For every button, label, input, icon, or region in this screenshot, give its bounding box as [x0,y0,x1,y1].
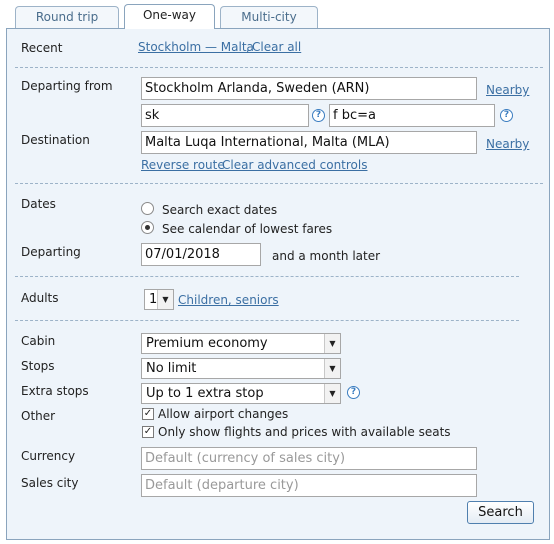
divider [15,276,519,277]
available-seats-label: Only show flights and prices with availa… [158,425,451,439]
exact-dates-radio[interactable] [141,202,154,215]
recent-route-link[interactable]: Stockholm — Malta [138,40,254,54]
calendar-lowest-fares-radio[interactable] [141,221,154,234]
clear-advanced-controls-link[interactable]: Clear advanced controls [222,158,368,172]
currency-label: Currency [21,449,76,463]
currency-input[interactable]: Default (currency of sales city) [141,447,477,470]
allow-airport-changes-checkbox[interactable]: ✓ [142,408,154,420]
calendar-lowest-fares-label: See calendar of lowest fares [162,222,333,236]
destination-nearby-link[interactable]: Nearby [486,137,529,151]
destination-label: Destination [21,133,90,147]
available-seats-checkbox[interactable]: ✓ [142,426,154,438]
tab-multi-city[interactable]: Multi-city [220,6,318,28]
allow-airport-changes-label: Allow airport changes [158,407,289,421]
departing-from-label: Departing from [21,79,113,93]
routing-help-icon[interactable]: ? [312,109,325,122]
children-seniors-link[interactable]: Children, seniors [178,293,279,307]
departing-date-input[interactable]: 07/01/2018 [141,243,261,266]
reverse-route-link[interactable]: Reverse route [141,158,225,172]
chevron-down-icon: ▼ [324,359,340,378]
extra-stops-select[interactable]: Up to 1 extra stop ▼ [141,383,341,404]
recent-separator: , [246,40,250,54]
departing-date-label: Departing [21,245,81,259]
other-label: Other [21,409,56,423]
search-type-tabs: Round trip One-way Multi-city [0,0,554,29]
extra-stops-help-icon[interactable]: ? [347,386,360,399]
tab-one-way[interactable]: One-way [124,4,215,29]
recent-label: Recent [21,41,63,55]
departing-nearby-link[interactable]: Nearby [486,83,529,97]
cabin-value: Premium economy [146,336,268,351]
cabin-select[interactable]: Premium economy ▼ [141,333,341,354]
routing-codes-input[interactable]: sk [141,104,309,127]
dates-label: Dates [21,197,56,211]
chevron-down-icon: ▼ [324,334,340,353]
destination-input[interactable]: Malta Luqa International, Malta (MLA) [141,131,477,154]
stops-value: No limit [146,361,197,376]
stops-label: Stops [21,359,55,373]
divider [15,183,543,184]
extra-stops-value: Up to 1 extra stop [146,386,264,401]
extra-stops-label: Extra stops [21,384,89,398]
clear-all-link[interactable]: Clear all [252,40,301,54]
search-button[interactable]: Search [467,501,534,524]
tab-round-trip[interactable]: Round trip [15,6,119,28]
extension-help-icon[interactable]: ? [500,109,513,122]
date-range-text: and a month later [272,249,381,263]
stops-select[interactable]: No limit ▼ [141,358,341,379]
divider [15,320,519,321]
sales-city-label: Sales city [21,476,79,490]
search-form-panel: Recent Stockholm — Malta , Clear all Dep… [6,28,550,540]
extension-codes-input[interactable]: f bc=a [329,104,495,127]
sales-city-input[interactable]: Default (departure city) [141,474,477,497]
exact-dates-label: Search exact dates [162,203,278,217]
adults-select[interactable]: 1 ▼ [144,289,174,310]
cabin-label: Cabin [21,334,56,348]
adults-label: Adults [21,291,59,305]
departing-from-input[interactable]: Stockholm Arlanda, Sweden (ARN) [141,77,477,100]
chevron-down-icon: ▼ [324,384,340,403]
chevron-down-icon: ▼ [157,290,173,309]
divider [15,67,543,68]
